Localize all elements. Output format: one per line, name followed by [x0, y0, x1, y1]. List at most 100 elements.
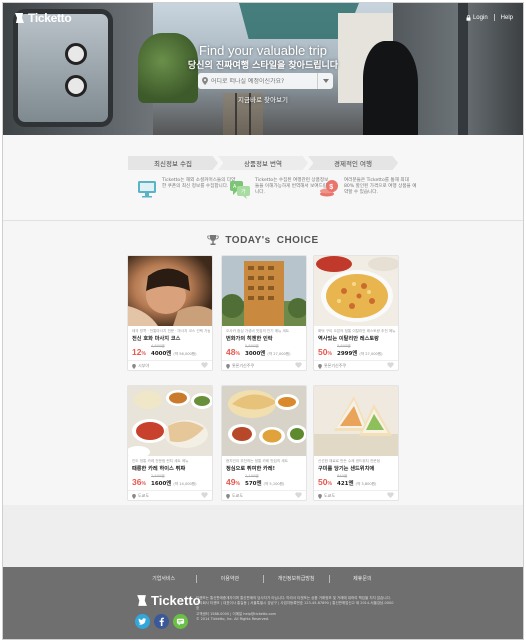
heart-icon[interactable] — [295, 492, 302, 498]
hero-banner: Ticketto Login Help Find your valuable t… — [3, 3, 523, 135]
deal-card[interactable]: 인도 정통 카레 전문점 런치 세트 메뉴 때롱한 카레 하이스 튀쨔 36% … — [127, 385, 213, 501]
location-pin-icon — [202, 77, 208, 85]
footer-link-privacy[interactable]: 개인정보취급방침 — [264, 575, 329, 583]
trophy-icon — [207, 235, 220, 245]
search-input[interactable] — [211, 77, 307, 85]
deal-description: 신선한 재료로 만든 수제 샌드위치 전문점 — [318, 459, 380, 463]
heart-icon[interactable] — [295, 362, 302, 368]
deal-card[interactable]: 오사카 중심 가성비 맛집의 인기 메뉴 세트 번화가의 히젠한 인락 48% … — [221, 255, 307, 371]
location-pin-icon — [132, 493, 136, 499]
deal-location: 도쿄도 — [318, 493, 335, 499]
facebook-icon[interactable] — [154, 614, 169, 629]
chevron-down-icon — [322, 79, 329, 83]
footer-links: 기업서비스 이용약관 개인정보취급방침 제휴문의 — [131, 575, 395, 583]
deal-photo — [128, 256, 212, 326]
deal-price: 2999엔 (약 27,000원) — [337, 351, 383, 357]
footer-link-business[interactable]: 기업서비스 — [131, 575, 196, 583]
explore-link[interactable]: 지금바로 찾아보기 — [3, 94, 523, 104]
ticket-icon — [137, 595, 147, 606]
lock-icon — [466, 14, 471, 21]
translate-icon: A 가 — [230, 181, 250, 199]
feature-economic-text: 여러분들은 Ticketto를 통해 최대 80% 할인된 가격으로 여행 상품… — [344, 178, 417, 196]
discount-rate: 50% — [318, 347, 332, 357]
hero-subtitle: 당신의 진짜여행 스타일을 찾아드립니다 — [187, 61, 339, 71]
deal-card[interactable]: 태국 방콕 · 전통마사지 전문 · 마사지 코스 선택 가능 전신 호화 마사… — [127, 255, 213, 371]
destination-search[interactable] — [198, 73, 333, 89]
footer-link-partnership[interactable]: 제휴문의 — [330, 575, 395, 583]
login-link[interactable]: Login — [466, 15, 488, 21]
deal-description: 화덕 구이 오븐의 정통 이탈리안 레스토랑 추천 메뉴 — [318, 329, 396, 333]
deal-title: 역사있는 이탈리안 레스토랑 — [318, 336, 379, 342]
company-info: 티켓또는 통신판매중개자이며 통신판매의 당사자가 아닙니다. 따라서 티켓또는… — [196, 596, 394, 621]
feature-collect: Ticketto는 해외 소셜커머스들의 다양한 쿠폰의 최신 정보를 수집합니… — [136, 178, 236, 206]
step-economic: 경제적인 여행 — [308, 156, 398, 170]
deal-location: 도쿄도 — [132, 493, 149, 499]
location-pin-icon — [318, 363, 322, 369]
deal-description: 인도 정통 카레 전문점 런치 세트 메뉴 — [132, 459, 189, 463]
deal-title: 전신 호화 마사지 코스 — [132, 336, 181, 342]
deal-description: 현지인이 추천하는 정통 카레 맛집의 세트 — [226, 459, 288, 463]
deal-title: 때롱한 카레 하이스 튀쨔 — [132, 466, 186, 472]
deal-location: 롯폰기신주쿠 — [226, 363, 254, 369]
login-label: Login — [472, 14, 488, 21]
footer-logo[interactable]: Ticketto — [135, 593, 201, 608]
heart-icon[interactable] — [201, 492, 208, 498]
feature-translate: A 가 Ticketto는 수집된 여행관련 상품정보들을 이해가능하게 번역해… — [229, 178, 329, 206]
destination-dropdown[interactable] — [317, 73, 333, 89]
location-pin-icon — [318, 493, 322, 499]
deal-photo — [314, 256, 398, 326]
feature-economic: $ 여러분들은 Ticketto를 통해 최대 80% 할인된 가격으로 여행 … — [318, 178, 418, 206]
chat-icon[interactable] — [173, 614, 188, 629]
deal-photo — [222, 386, 306, 456]
deal-price: 421엔 (약 3,800원) — [337, 481, 377, 487]
brand-logo[interactable]: Ticketto — [13, 11, 72, 25]
monitor-icon — [138, 181, 156, 198]
heart-icon[interactable] — [387, 492, 394, 498]
section-title-prefix: TODAY's — [225, 234, 271, 246]
deal-card[interactable]: 화덕 구이 오븐의 정통 이탈리안 레스토랑 추천 메뉴 역사있는 이탈리안 레… — [313, 255, 399, 371]
top-nav: Login Help — [466, 14, 513, 21]
deal-location: 도쿄도 — [226, 493, 243, 499]
process-steps: 최신정보 수집 상품정보 번역 경제적인 여행 — [128, 156, 398, 170]
heart-icon[interactable] — [387, 362, 394, 368]
deal-photo — [222, 256, 306, 326]
section-title-suffix: CHOICE — [276, 234, 319, 246]
brand-name: Ticketto — [28, 11, 72, 25]
discount-rate: 50% — [318, 477, 332, 487]
twitter-icon[interactable] — [135, 614, 150, 629]
footer-link-terms[interactable]: 이용약관 — [197, 575, 262, 583]
money-icon: $ — [320, 180, 338, 197]
help-link[interactable]: Help — [501, 15, 513, 21]
svg-text:$: $ — [329, 184, 333, 191]
footer-brand-name: Ticketto — [151, 593, 201, 608]
location-pin-icon — [226, 363, 230, 369]
deal-photo — [314, 386, 398, 456]
deal-title: 구미를 당기는 샌드위치애 — [318, 466, 375, 472]
heart-icon[interactable] — [201, 362, 208, 368]
social-links — [135, 614, 188, 629]
feature-section: 최신정보 수집 상품정보 번역 경제적인 여행 Ticketto는 해외 소셜커… — [3, 135, 523, 221]
site-footer: 기업서비스 이용약관 개인정보취급방침 제휴문의 Ticketto 티켓또는 통… — [3, 567, 523, 639]
deal-title: 정심으로 튀여한 카레! — [226, 466, 275, 472]
location-pin-icon — [226, 493, 230, 499]
deal-location: 시부야 — [132, 363, 149, 369]
deal-photo — [128, 386, 212, 456]
deal-card[interactable]: 현지인이 추천하는 정통 카레 맛집의 세트 정심으로 튀여한 카레! 49% … — [221, 385, 307, 501]
location-pin-icon — [132, 363, 136, 369]
svg-text:가: 가 — [241, 188, 246, 195]
deal-description: 오사카 중심 가성비 맛집의 인기 메뉴 세트 — [226, 329, 290, 333]
deal-price: 3000엔 (약 27,000원) — [245, 351, 291, 357]
deal-location: 롯폰기신주쿠 — [318, 363, 346, 369]
deal-price: 4000엔 (약 56,000원) — [151, 351, 197, 357]
page: Ticketto Login Help Find your valuable t… — [2, 2, 524, 640]
step-translate: 상품정보 번역 — [218, 156, 308, 170]
deal-card[interactable]: 신선한 재료로 만든 수제 샌드위치 전문점 구미를 당기는 샌드위치애 50%… — [313, 385, 399, 501]
section-title: TODAY's CHOICE — [3, 234, 523, 246]
deal-description: 태국 방콕 · 전통마사지 전문 · 마사지 코스 선택 가능 — [132, 329, 210, 333]
hero-title: Find your valuable trip — [199, 43, 327, 58]
deal-price: 570엔 (약 5,100원) — [245, 481, 285, 487]
ticket-icon — [13, 12, 25, 24]
step-collect: 최신정보 수집 — [128, 156, 218, 170]
feature-collect-text: Ticketto는 해외 소셜커머스들의 다양한 쿠폰의 최신 정보를 수집합니… — [162, 178, 236, 190]
deal-price: 1600엔 (약 14,000원) — [151, 481, 197, 487]
